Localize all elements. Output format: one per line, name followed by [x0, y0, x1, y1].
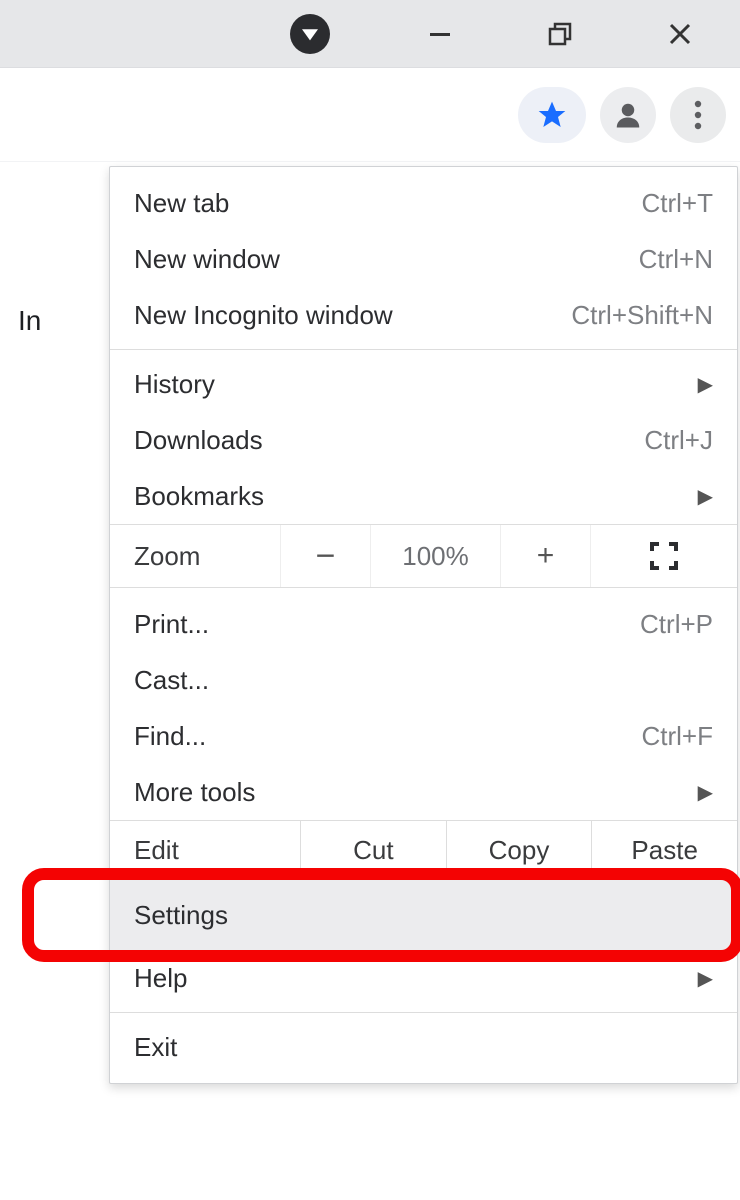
chrome-menu-button[interactable]: [670, 87, 726, 143]
menu-separator: [110, 1012, 737, 1013]
menu-item-label: More tools: [134, 777, 713, 808]
menu-item-shortcut: Ctrl+P: [640, 609, 713, 640]
fullscreen-button[interactable]: [590, 525, 737, 587]
menu-item-shortcut: Ctrl+J: [644, 425, 713, 456]
edit-paste-button[interactable]: Paste: [591, 821, 737, 879]
window-close-button[interactable]: [640, 4, 720, 64]
menu-item-shortcut: Ctrl+Shift+N: [571, 300, 713, 331]
settings-highlight-wrap: Settings: [110, 880, 737, 950]
menu-item-label: New window: [134, 244, 639, 275]
menu-item-label: Downloads: [134, 425, 644, 456]
submenu-arrow-icon: ▶: [698, 372, 713, 397]
menu-item-bookmarks[interactable]: Bookmarks ▶: [110, 468, 737, 524]
zoom-out-button[interactable]: −: [280, 525, 370, 587]
menu-item-exit[interactable]: Exit: [110, 1019, 737, 1075]
menu-item-label: Cast...: [134, 665, 713, 696]
profile-avatar-button[interactable]: [600, 87, 656, 143]
menu-item-cast[interactable]: Cast...: [110, 652, 737, 708]
edit-copy-button[interactable]: Copy: [446, 821, 592, 879]
zoom-in-button[interactable]: +: [500, 525, 590, 587]
menu-item-zoom: Zoom − 100% +: [110, 524, 737, 588]
menu-separator: [110, 349, 737, 350]
menu-item-new-tab[interactable]: New tab Ctrl+T: [110, 175, 737, 231]
submenu-arrow-icon: ▶: [698, 966, 713, 991]
menu-item-label: Find...: [134, 721, 642, 752]
zoom-percent: 100%: [370, 525, 500, 587]
menu-item-shortcut: Ctrl+N: [639, 244, 713, 275]
menu-item-label: Settings: [134, 900, 713, 931]
menu-item-history[interactable]: History ▶: [110, 356, 737, 412]
edit-cut-button[interactable]: Cut: [300, 821, 446, 879]
window-minimize-button[interactable]: [400, 4, 480, 64]
edit-label: Edit: [110, 821, 300, 879]
menu-item-label: New tab: [134, 188, 642, 219]
menu-item-find[interactable]: Find... Ctrl+F: [110, 708, 737, 764]
menu-item-label: New Incognito window: [134, 300, 571, 331]
extensions-dropdown-icon[interactable]: [290, 14, 330, 54]
menu-item-shortcut: Ctrl+T: [642, 188, 714, 219]
chrome-main-menu: New tab Ctrl+T New window Ctrl+N New Inc…: [109, 166, 738, 1084]
menu-item-edit: Edit Cut Copy Paste: [110, 820, 737, 880]
bookmark-star-button[interactable]: [518, 87, 586, 143]
window-maximize-button[interactable]: [520, 4, 600, 64]
zoom-label: Zoom: [110, 525, 280, 587]
menu-item-new-incognito[interactable]: New Incognito window Ctrl+Shift+N: [110, 287, 737, 343]
menu-item-print[interactable]: Print... Ctrl+P: [110, 596, 737, 652]
menu-item-label: Bookmarks: [134, 481, 713, 512]
submenu-arrow-icon: ▶: [698, 484, 713, 509]
menu-item-shortcut: Ctrl+F: [642, 721, 714, 752]
menu-item-label: Exit: [134, 1032, 713, 1063]
submenu-arrow-icon: ▶: [698, 780, 713, 805]
menu-item-downloads[interactable]: Downloads Ctrl+J: [110, 412, 737, 468]
menu-item-label: Print...: [134, 609, 640, 640]
menu-item-settings[interactable]: Settings: [110, 880, 737, 950]
menu-item-label: Help: [134, 963, 713, 994]
menu-item-new-window[interactable]: New window Ctrl+N: [110, 231, 737, 287]
menu-item-label: History: [134, 369, 713, 400]
page-content-fragment: In: [18, 305, 41, 337]
menu-item-help[interactable]: Help ▶: [110, 950, 737, 1006]
menu-item-more-tools[interactable]: More tools ▶: [110, 764, 737, 820]
window-titlebar: [0, 0, 740, 68]
browser-toolbar: [0, 68, 740, 162]
